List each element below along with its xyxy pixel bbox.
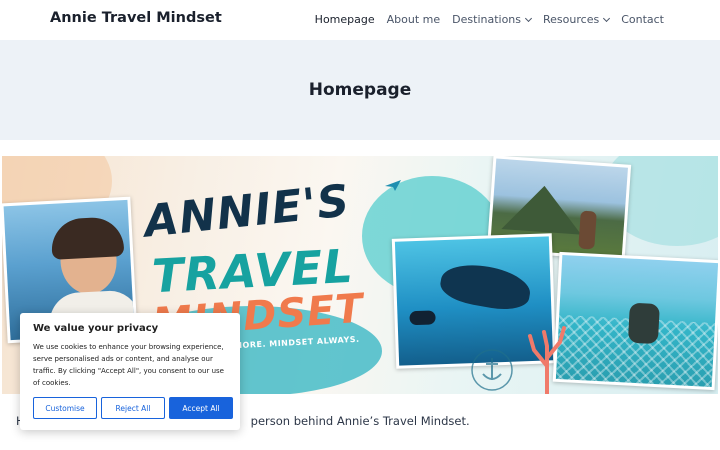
nav-item-label: Destinations xyxy=(452,13,522,26)
cookie-description-line: traffic. By clicking "Accept All", you c… xyxy=(33,367,224,375)
coral-icon xyxy=(528,326,566,394)
cookie-description-line: serve personalised ads or content, and a… xyxy=(33,355,213,363)
main-nav: Homepage About me Destinations Resources… xyxy=(315,13,664,26)
cookie-description-line: of cookies. xyxy=(33,379,71,387)
nav-item-destinations[interactable]: Destinations xyxy=(452,13,533,26)
chevron-down-icon xyxy=(524,14,533,22)
nav-item-label: Homepage xyxy=(314,13,375,26)
banner-logo-line1: ANNIE'S xyxy=(141,175,353,248)
airplane-icon xyxy=(385,180,401,191)
nav-item-label: Contact xyxy=(621,13,664,26)
chevron-down-icon xyxy=(603,14,611,22)
cookie-buttons: Customise Reject All Accept All xyxy=(33,397,233,419)
cookie-description: We use cookies to enhance your browsing … xyxy=(33,341,227,389)
customise-button[interactable]: Customise xyxy=(33,397,97,419)
page-title-band: Homepage xyxy=(0,40,720,140)
page-title: Homepage xyxy=(308,80,412,100)
reject-all-button[interactable]: Reject All xyxy=(101,397,165,419)
anchor-stamp-icon xyxy=(471,349,513,391)
nav-item-label: About me xyxy=(386,13,441,26)
nav-item-homepage[interactable]: Homepage xyxy=(315,13,375,26)
nav-item-label: Resources xyxy=(543,13,600,26)
site-header: Annie Travel Mindset Homepage About me D… xyxy=(0,0,720,40)
intro-text-end: person behind Annie’s Travel Mindset. xyxy=(250,414,470,428)
accept-all-button[interactable]: Accept All xyxy=(169,397,233,419)
nav-item-resources[interactable]: Resources xyxy=(543,13,611,26)
beach-net-photo xyxy=(552,251,718,391)
cookie-description-line: We use cookies to enhance your browsing … xyxy=(33,343,224,351)
cookie-consent-banner: We value your privacy We use cookies to … xyxy=(20,313,240,430)
cookie-title: We value your privacy xyxy=(33,323,159,334)
site-title[interactable]: Annie Travel Mindset xyxy=(50,10,222,26)
nav-item-contact[interactable]: Contact xyxy=(621,13,664,26)
nav-item-about-me[interactable]: About me xyxy=(387,13,441,26)
